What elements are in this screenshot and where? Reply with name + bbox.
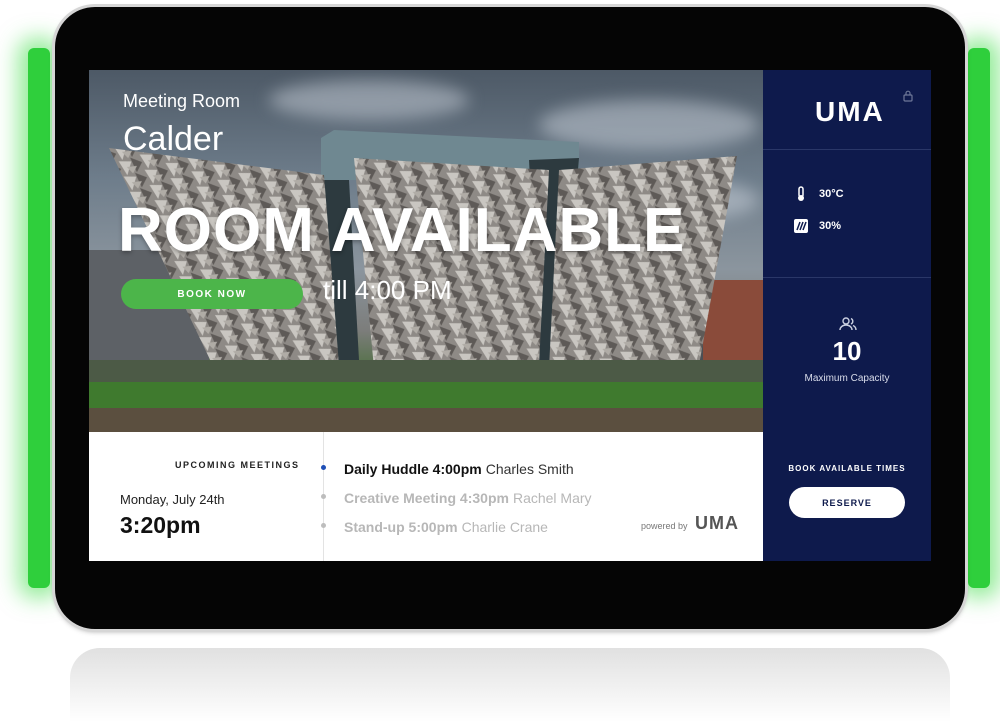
book-now-button[interactable]: BOOK NOW [121,279,303,309]
powered-by-logo: UMA [695,513,739,533]
room-display-screen: Meeting Room Calder ROOM AVAILABLE BOOK … [89,70,931,561]
device-reflection [70,648,950,722]
upcoming-meetings-heading: UPCOMING MEETINGS [175,460,300,470]
meeting-host: Charles Smith [485,460,574,477]
meeting-list: Daily Huddle 4:00pm Charles Smith Creati… [321,454,592,541]
meeting-title: Daily Huddle 4:00pm [344,460,482,477]
active-dot-icon [321,465,326,470]
temperature-value: 30°C [819,188,844,200]
river-bank [89,408,763,432]
schedule-panel: UPCOMING MEETINGS Monday, July 24th 3:20… [89,432,763,561]
meeting-room-label: Meeting Room [123,91,241,111]
grass [89,382,763,412]
capacity-label: Maximum Capacity [804,373,890,384]
meeting-title: Creative Meeting 4:30pm [344,489,509,506]
lock-icon[interactable] [903,90,913,102]
room-name: Calder [123,120,224,158]
logo-section: UMA [763,70,931,150]
reserve-button[interactable]: RESERVE [789,487,905,518]
hero-banner: Meeting Room Calder ROOM AVAILABLE BOOK … [89,70,763,432]
meeting-item[interactable]: Daily Huddle 4:00pm Charles Smith [321,454,592,483]
environment-section: 30°C 30% [763,150,931,278]
meeting-host: Charlie Crane [461,518,548,535]
led-strip-right [968,48,990,588]
uma-logo: UMA [815,96,885,127]
thermometer-icon [793,186,809,202]
dot-icon [321,494,326,499]
meeting-title: Stand-up 5:00pm [344,518,458,535]
capacity-value: 10 [832,336,862,366]
info-sidebar: UMA 30°C 30% 10 Maximum Capacity BOOK AV… [763,70,931,561]
availability-status: ROOM AVAILABLE [118,196,686,265]
available-until-text: till 4:00 PM [323,275,452,305]
current-time: 3:20pm [120,512,201,538]
people-icon [839,317,857,331]
humidity-reading: 30% [793,218,841,234]
meeting-item[interactable]: Creative Meeting 4:30pm Rachel Mary [321,483,592,512]
current-date: Monday, July 24th [120,492,225,507]
powered-by-label: powered by [641,521,688,531]
temperature-reading: 30°C [793,186,844,202]
book-available-times-label: BOOK AVAILABLE TIMES [788,464,906,473]
humidity-icon [793,218,809,234]
led-strip-left [28,48,50,588]
humidity-value: 30% [819,220,842,232]
meeting-item[interactable]: Stand-up 5:00pm Charlie Crane [321,512,592,541]
dot-icon [321,523,326,528]
meeting-host: Rachel Mary [512,489,592,506]
